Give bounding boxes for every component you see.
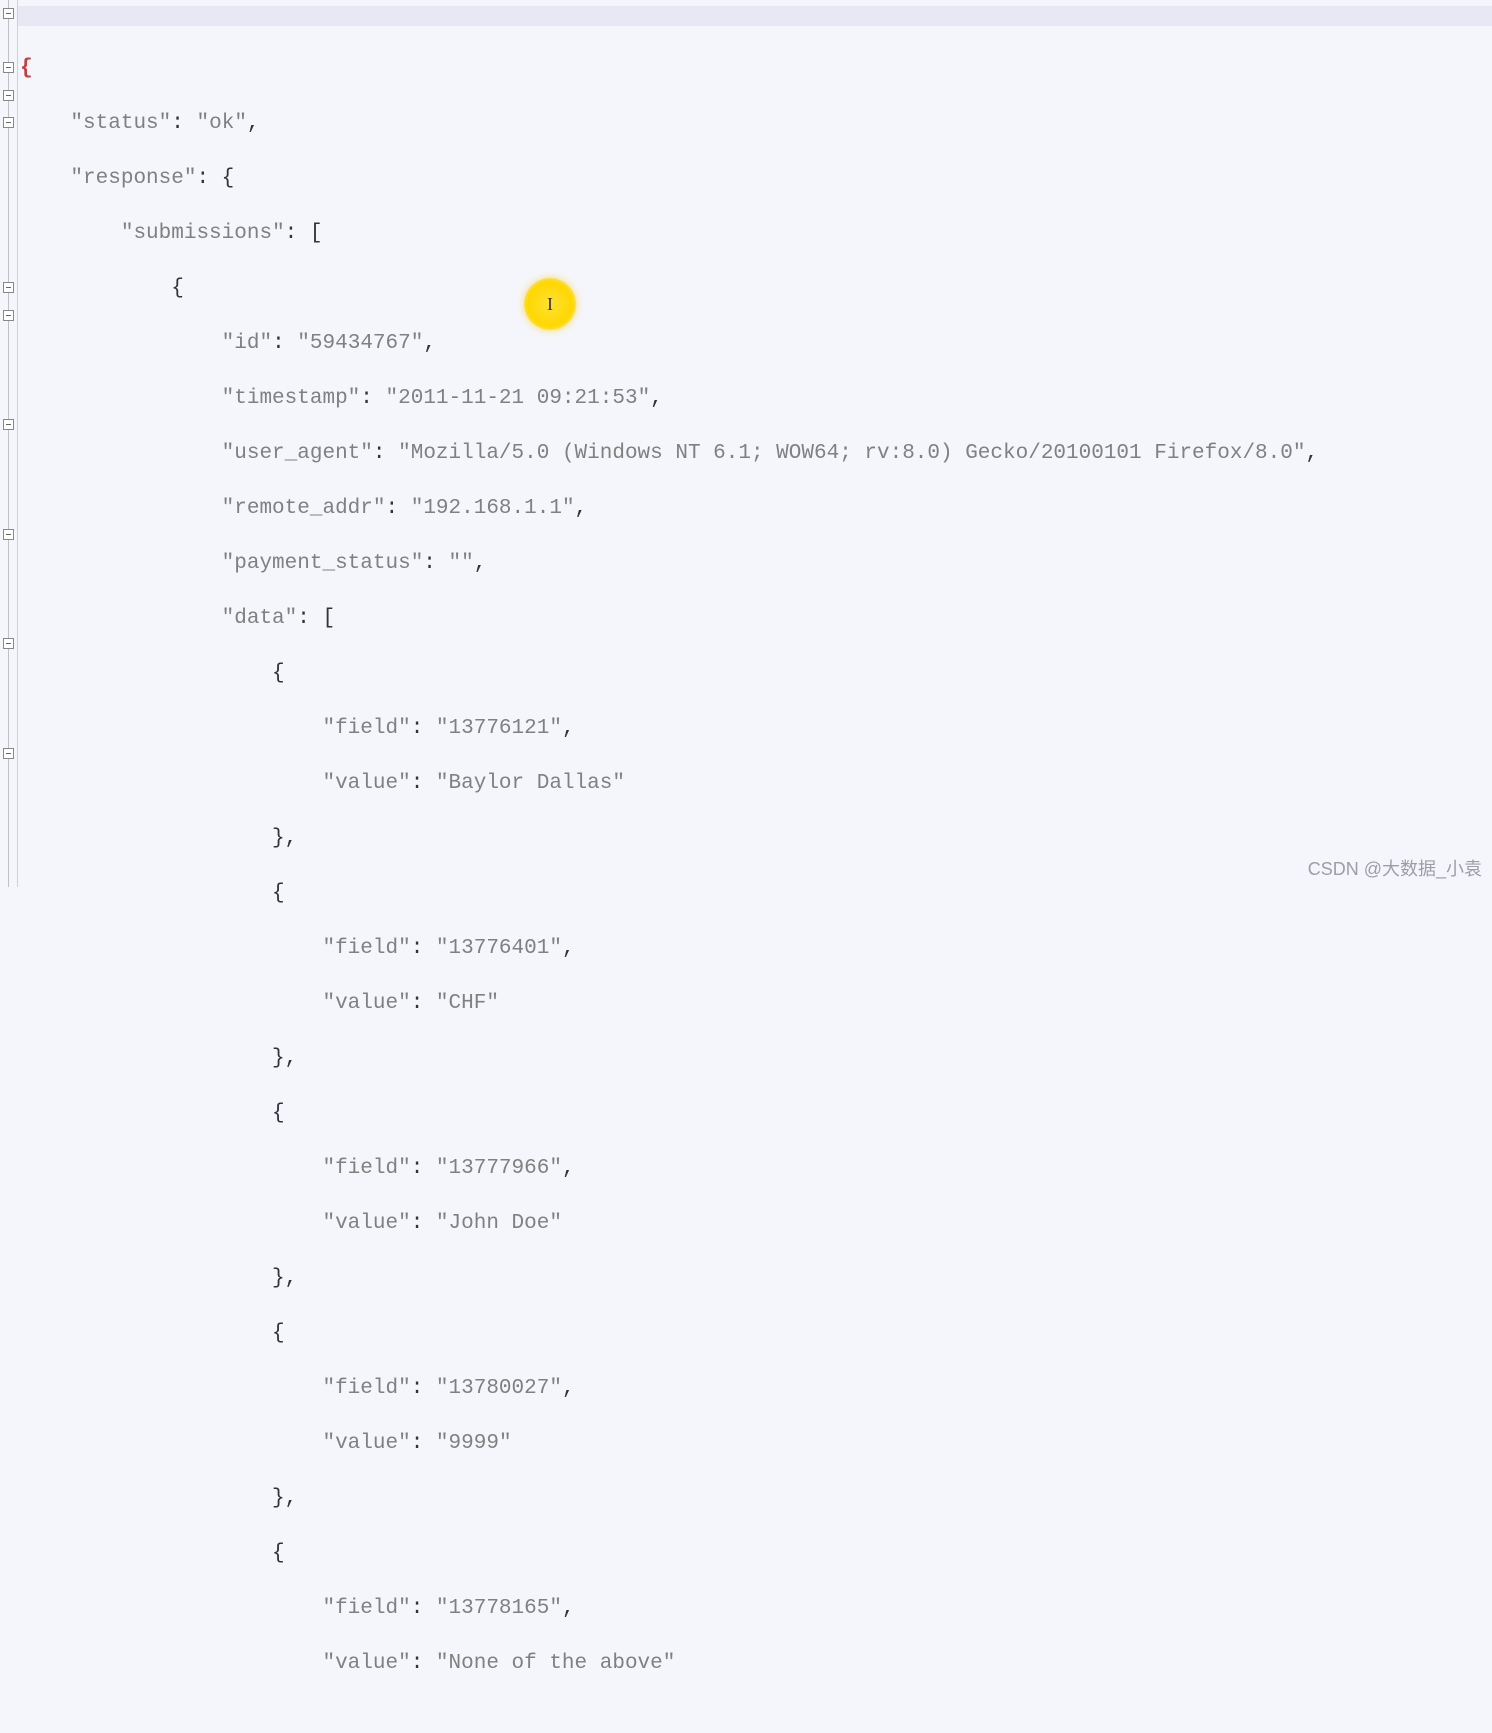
code-line[interactable]: "value": "9999" xyxy=(20,1430,1490,1458)
fold-toggle-icon[interactable] xyxy=(3,310,14,321)
code-line[interactable]: }, xyxy=(20,1485,1490,1513)
code-editor: { "status": "ok", "response": { "submiss… xyxy=(0,0,1492,887)
fold-toggle-icon[interactable] xyxy=(3,748,14,759)
fold-toggle-icon[interactable] xyxy=(3,419,14,430)
code-line[interactable]: "field": "13776121", xyxy=(20,715,1490,743)
current-line-highlight xyxy=(18,6,1492,26)
code-line[interactable]: "data": [ xyxy=(20,605,1490,633)
code-line[interactable]: "value": "Baylor Dallas" xyxy=(20,770,1490,798)
fold-gutter xyxy=(0,0,18,887)
code-line[interactable]: }, xyxy=(20,1265,1490,1293)
fold-toggle-icon[interactable] xyxy=(3,282,14,293)
code-line[interactable]: "response": { xyxy=(20,165,1490,193)
code-line[interactable]: "id": "59434767", xyxy=(20,330,1490,358)
code-line[interactable]: { xyxy=(20,275,1490,303)
code-line[interactable]: }, xyxy=(20,825,1490,853)
fold-toggle-icon[interactable] xyxy=(3,62,14,73)
code-line[interactable]: "status": "ok", xyxy=(20,110,1490,138)
fold-toggle-icon[interactable] xyxy=(3,90,14,101)
code-line[interactable]: "user_agent": "Mozilla/5.0 (Windows NT 6… xyxy=(20,440,1490,468)
code-line[interactable]: "submissions": [ xyxy=(20,220,1490,248)
code-line[interactable]: { xyxy=(20,1100,1490,1128)
code-line[interactable]: { xyxy=(20,660,1490,688)
code-line[interactable]: "field": "13777966", xyxy=(20,1155,1490,1183)
code-line[interactable]: { xyxy=(20,880,1490,908)
fold-toggle-icon[interactable] xyxy=(3,8,14,19)
fold-toggle-icon[interactable] xyxy=(3,638,14,649)
code-area[interactable]: { "status": "ok", "response": { "submiss… xyxy=(18,0,1492,887)
code-line[interactable]: "field": "13780027", xyxy=(20,1375,1490,1403)
code-line[interactable]: "remote_addr": "192.168.1.1", xyxy=(20,495,1490,523)
code-line[interactable]: { xyxy=(20,55,1490,83)
code-line[interactable]: "value": "John Doe" xyxy=(20,1210,1490,1238)
code-line[interactable]: "value": "None of the above" xyxy=(20,1650,1490,1678)
code-line[interactable]: "payment_status": "", xyxy=(20,550,1490,578)
code-line[interactable]: "timestamp": "2011-11-21 09:21:53", xyxy=(20,385,1490,413)
code-line[interactable]: }, xyxy=(20,1045,1490,1073)
code-line[interactable]: { xyxy=(20,1320,1490,1348)
fold-toggle-icon[interactable] xyxy=(3,529,14,540)
code-line[interactable]: { xyxy=(20,1540,1490,1568)
code-line[interactable]: "field": "13776401", xyxy=(20,935,1490,963)
code-line[interactable]: "field": "13778165", xyxy=(20,1595,1490,1623)
code-line[interactable]: "value": "CHF" xyxy=(20,990,1490,1018)
fold-toggle-icon[interactable] xyxy=(3,117,14,128)
